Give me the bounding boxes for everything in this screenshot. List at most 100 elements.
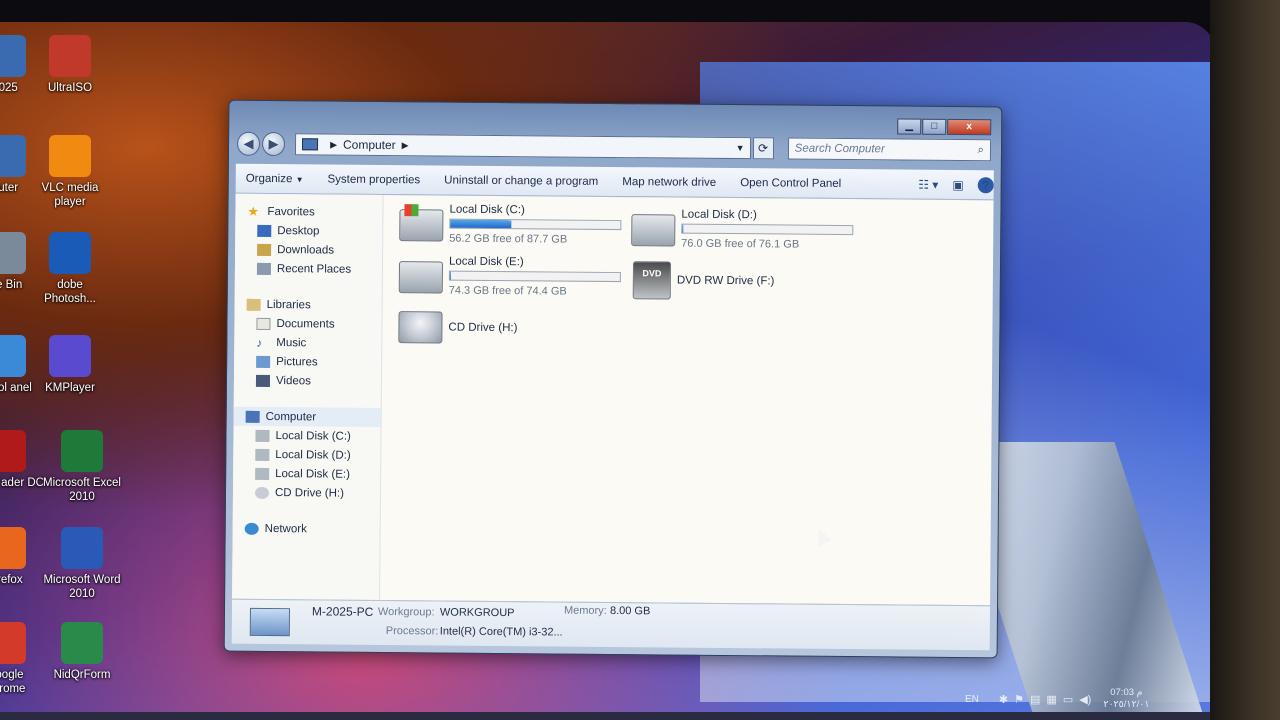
chrome-icon — [0, 622, 26, 664]
drive-usage-fill — [682, 224, 684, 233]
nav-local-disk-c[interactable]: Local Disk (C:) — [233, 426, 380, 446]
desktop-icon-vlc[interactable]: VLC media player — [30, 135, 110, 209]
volume-icon[interactable]: ◀) — [1079, 693, 1091, 706]
nav-favorites[interactable]: ★ Favorites — [235, 202, 382, 222]
processor-label: Processor: — [385, 625, 439, 638]
search-icon[interactable]: ⌕ — [978, 144, 985, 157]
desktop-icon-label: NidQrForm — [53, 669, 111, 681]
device-icon[interactable]: ▤ — [1030, 693, 1040, 706]
nav-recent-places[interactable]: Recent Places — [235, 259, 382, 279]
desktop-icon-label: UltraISO — [47, 82, 93, 94]
desktop-icon-acrobat[interactable]: crobat ader DC — [0, 430, 45, 490]
navigation-pane: ★ Favorites Desktop Downloads Recent Pla… — [232, 193, 384, 600]
chevron-right-icon[interactable]: ▶ — [402, 140, 409, 151]
recycle-bin-icon — [0, 232, 26, 274]
battery-icon[interactable]: ▭ — [1063, 693, 1073, 706]
downloads-icon — [257, 243, 272, 256]
kmplayer-icon — [49, 335, 91, 377]
nav-documents[interactable]: Documents — [234, 314, 381, 334]
address-bar[interactable]: ▶ Computer ▶ ▼ — [295, 133, 751, 160]
desktop-icon-word[interactable]: Microsoft Word 2010 — [42, 527, 122, 601]
firefox-icon — [0, 527, 26, 569]
open-control-panel-button[interactable]: Open Control Panel — [740, 177, 841, 190]
language-indicator[interactable]: EN — [965, 694, 979, 705]
photoshop-icon — [49, 232, 91, 274]
refresh-button[interactable]: ⟳ — [752, 137, 774, 160]
desktop-icon-chrome[interactable]: Google Chrome — [0, 622, 45, 696]
taskbar — [0, 712, 1215, 720]
nav-libraries[interactable]: Libraries — [235, 295, 382, 315]
preview-pane-icon[interactable]: ▣ — [952, 177, 963, 191]
drive-f[interactable]: DVD DVD RW Drive (F:) — [632, 261, 775, 300]
drive-name: CD Drive (H:) — [448, 321, 518, 335]
nav-local-disk-d[interactable]: Local Disk (D:) — [233, 445, 380, 465]
flag-icon[interactable]: ⚑ — [1014, 693, 1024, 706]
desktop-icon — [257, 224, 272, 237]
help-icon[interactable]: ? — [977, 176, 994, 193]
hard-drive-icon — [255, 448, 270, 461]
window-body: ★ Favorites Desktop Downloads Recent Pla… — [232, 193, 994, 606]
nav-downloads[interactable]: Downloads — [235, 240, 382, 260]
breadcrumb-computer[interactable]: Computer — [343, 138, 396, 152]
nav-desktop[interactable]: Desktop — [235, 221, 382, 241]
nav-label: Local Disk (D:) — [275, 448, 351, 462]
network-icon[interactable]: ▦ — [1046, 693, 1056, 706]
hard-drive-icon — [255, 429, 270, 442]
desktop-icon-firefox[interactable]: Firefox — [0, 527, 45, 587]
minimize-button[interactable]: ▁ — [897, 118, 922, 135]
monitor-bezel-right — [1210, 0, 1280, 720]
drive-usage-bar — [681, 223, 854, 236]
close-button[interactable]: x — [947, 118, 992, 136]
organize-button[interactable]: Organize ▼ — [246, 172, 304, 185]
uninstall-program-button[interactable]: Uninstall or change a program — [444, 174, 598, 187]
bluetooth-icon[interactable]: ✱ — [999, 693, 1008, 706]
memory-label: Memory: — [563, 604, 607, 617]
chevron-down-icon[interactable]: ▼ — [731, 143, 750, 153]
view-controls: ☷ ▾ ▣ ? — [904, 176, 994, 193]
search-input[interactable]: Search Computer ⌕ — [787, 137, 992, 162]
recent-places-icon — [256, 262, 272, 275]
computer-icon — [0, 35, 26, 77]
computer-icon — [0, 135, 26, 177]
acrobat-icon — [0, 430, 26, 472]
drive-d[interactable]: Local Disk (D:) 76.0 GB free of 76.1 GB — [631, 208, 854, 251]
back-button[interactable]: ◀ — [236, 131, 261, 156]
organize-label: Organize — [245, 172, 293, 185]
drive-name: Local Disk (D:) — [681, 208, 757, 222]
nav-label: Videos — [275, 374, 311, 387]
drive-h[interactable]: CD Drive (H:) — [398, 311, 517, 344]
nav-label: Favorites — [267, 205, 315, 218]
nav-label: Libraries — [266, 298, 311, 311]
desktop-icon-photoshop[interactable]: dobe Photosh... — [30, 232, 110, 306]
computer-name: M-2025-PC — [311, 604, 374, 619]
desktop-icon-label: dobe Photosh... — [44, 279, 96, 305]
forward-button[interactable]: ▶ — [261, 131, 286, 157]
maximize-button[interactable]: □ — [922, 118, 947, 135]
nav-videos[interactable]: Videos — [234, 371, 381, 391]
drive-e[interactable]: Local Disk (E:) 74.3 GB free of 74.4 GB — [398, 255, 621, 298]
nav-music[interactable]: ♪ Music — [234, 333, 381, 353]
change-view-icon[interactable]: ☷ ▾ — [918, 177, 938, 191]
nav-network[interactable]: Network — [233, 519, 380, 539]
workgroup-label: Workgroup: — [377, 605, 435, 619]
control-panel-icon — [0, 335, 26, 377]
desktop-icon-label: Firefox — [0, 574, 23, 586]
nav-local-disk-e[interactable]: Local Disk (E:) — [233, 464, 380, 484]
drive-free-space: 76.0 GB free of 76.1 GB — [681, 237, 800, 251]
desktop-icon-nidqrform[interactable]: NidQrForm — [42, 622, 122, 682]
nav-cd-drive-h[interactable]: CD Drive (H:) — [233, 483, 380, 503]
nav-label: Recent Places — [276, 262, 352, 276]
desktop-icon-excel[interactable]: Microsoft Excel 2010 — [42, 430, 122, 504]
system-properties-button[interactable]: System properties — [327, 173, 420, 186]
windows-drive-icon — [399, 209, 444, 242]
desktop-icon-kmplayer[interactable]: KMPlayer — [30, 335, 110, 395]
map-network-drive-button[interactable]: Map network drive — [622, 176, 716, 189]
drive-c[interactable]: Local Disk (C:) 56.2 GB free of 87.7 GB — [399, 203, 622, 246]
nav-computer[interactable]: Computer — [233, 406, 381, 427]
nav-pictures[interactable]: Pictures — [234, 352, 381, 372]
clock[interactable]: 07:03 م ٢٠٢٥/١٢/٠١ — [1103, 687, 1149, 711]
arrow-right-icon: ▶ — [268, 135, 279, 152]
desktop-icon-ultraiso[interactable]: UltraISO — [30, 35, 110, 95]
nidqrform-icon — [61, 622, 103, 664]
nav-label: Documents — [276, 317, 335, 331]
